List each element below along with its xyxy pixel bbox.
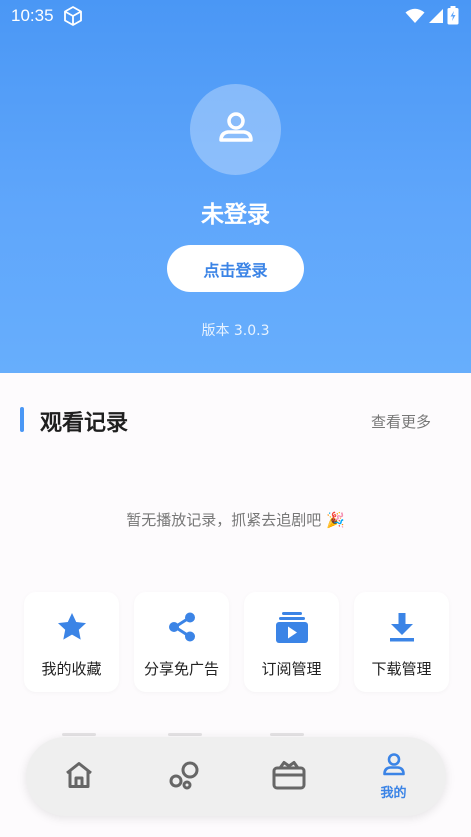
tile-label: 我的收藏: [41, 660, 102, 678]
avatar[interactable]: [190, 84, 281, 175]
tile-label: 下载管理: [371, 660, 432, 678]
divider: [62, 733, 96, 736]
nav-tv[interactable]: [236, 737, 341, 816]
battery-icon: [447, 6, 459, 29]
status-bar: 10:35: [0, 0, 471, 32]
tile-favorites[interactable]: 我的收藏: [24, 592, 119, 692]
tile-downloads[interactable]: 下载管理: [354, 592, 449, 692]
nav-mine[interactable]: 我的: [341, 737, 446, 816]
username-label: 未登录: [201, 202, 270, 228]
download-icon: [387, 610, 417, 644]
divider: [168, 733, 202, 736]
cube-icon: [62, 5, 84, 31]
nav-home[interactable]: [26, 737, 131, 816]
tile-label: 分享免广告: [143, 660, 219, 678]
status-time: 10:35: [11, 6, 54, 25]
bottom-nav: 我的: [26, 737, 446, 816]
profile-header: 10:35 未登录 点击登录 版本 3.0.3: [0, 0, 471, 373]
tv-box-icon: [272, 760, 306, 794]
share-icon: [166, 610, 198, 644]
user-icon: [216, 108, 256, 152]
tile-label: 订阅管理: [261, 660, 322, 678]
see-more-link[interactable]: 查看更多: [371, 411, 431, 432]
subscription-icon: [275, 610, 309, 644]
section-accent-bar: [20, 407, 24, 432]
divider: [270, 733, 304, 736]
history-title: 观看记录: [40, 411, 129, 436]
feature-tiles: 我的收藏 分享免广告 订阅管理 下载管理: [24, 592, 449, 692]
bubbles-icon: [168, 760, 200, 794]
nav-label-mine: 我的: [380, 786, 407, 801]
cellular-signal-icon: [428, 8, 444, 28]
empty-history-text: 暂无播放记录，抓紧去追剧吧 🎉: [126, 511, 345, 529]
home-icon: [64, 761, 94, 793]
wifi-icon: [405, 8, 425, 28]
person-icon: [382, 752, 406, 780]
login-button[interactable]: 点击登录: [167, 245, 304, 292]
star-icon: [56, 610, 88, 644]
tile-share[interactable]: 分享免广告: [134, 592, 229, 692]
nav-discover[interactable]: [131, 737, 236, 816]
tile-subscriptions[interactable]: 订阅管理: [244, 592, 339, 692]
version-label: 版本 3.0.3: [201, 323, 270, 339]
